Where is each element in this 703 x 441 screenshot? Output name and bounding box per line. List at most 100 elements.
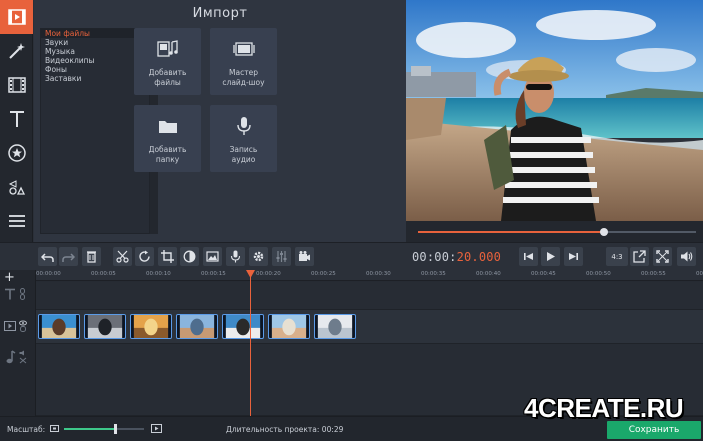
crop-icon (161, 250, 174, 263)
titles-tool-button[interactable] (0, 102, 33, 136)
aspect-ratio-button[interactable]: 4:3 (606, 247, 628, 266)
next-button[interactable] (564, 247, 583, 266)
crop-button[interactable] (158, 247, 177, 266)
preview-progress-knob[interactable] (600, 228, 609, 236)
trash-icon (87, 251, 96, 263)
redo-button[interactable] (59, 247, 78, 266)
star-icon (7, 144, 26, 162)
project-duration: Длительность проекта: 00:29 (226, 425, 343, 434)
zoom-slider-fill (64, 428, 114, 430)
play-button[interactable] (541, 247, 560, 266)
video-clip-desert[interactable] (130, 314, 172, 339)
settings-button[interactable] (249, 247, 268, 266)
ruler-tick-label: 00:00:50 (586, 271, 611, 277)
transitions-tool-button[interactable] (0, 68, 33, 102)
ruler-tick-label: 00:00:30 (366, 271, 391, 277)
add-track-button[interactable]: + (4, 270, 32, 285)
category-item-music[interactable]: Музыка (41, 47, 149, 56)
cut-button[interactable] (113, 247, 132, 266)
detach-preview-button[interactable] (630, 247, 649, 266)
image-button[interactable] (203, 247, 222, 266)
duration-value: 00:29 (321, 425, 344, 434)
zoom-slider-knob[interactable] (113, 424, 117, 434)
clip-thumbnail (315, 315, 355, 338)
zoom-slider[interactable] (64, 424, 144, 434)
edit-toolbar: 00:00:20.000 4:3 (0, 242, 703, 270)
clip-thumbnail (177, 315, 217, 338)
preview-progress-fill (418, 231, 605, 233)
video-preview (406, 0, 703, 221)
equalizer-button[interactable] (272, 247, 291, 266)
playhead-line[interactable] (250, 270, 251, 416)
zoom-label: Масштаб: (7, 425, 46, 434)
video-clip-bride[interactable] (314, 314, 356, 339)
eye-icon[interactable] (19, 320, 27, 332)
ruler-tick-label: 00:00:55 (641, 271, 666, 277)
previous-button[interactable] (519, 247, 538, 266)
link-icon[interactable] (19, 288, 26, 300)
voiceover-button[interactable] (226, 247, 245, 266)
rotate-button[interactable] (135, 247, 154, 266)
external-window-icon (633, 250, 646, 263)
callouts-tool-button[interactable] (0, 170, 33, 204)
plus-icon: + (4, 270, 15, 285)
category-item-sounds[interactable]: Звуки (41, 38, 149, 47)
video-track-header (4, 320, 32, 332)
slideshow-wizard-tile[interactable]: Мастер слайд-шоу (210, 28, 277, 95)
video-clip-group[interactable] (268, 314, 310, 339)
clip-thumbnail (85, 315, 125, 338)
microphone-icon (230, 250, 241, 263)
record-audio-label: Запись аудио (229, 145, 258, 164)
filters-tool-button[interactable] (0, 34, 33, 68)
camera-icon (299, 251, 310, 261)
color-adjust-button[interactable] (180, 247, 199, 266)
stickers-tool-button[interactable] (0, 136, 33, 170)
play-icon (547, 252, 555, 261)
record-audio-tile[interactable]: Запись аудио (210, 105, 277, 172)
video-clip-beach[interactable] (38, 314, 80, 339)
film-import-icon (7, 9, 26, 25)
video-editor-window: Импорт Мои файлы Звуки Музыка Видеоклипы… (0, 0, 703, 441)
magic-wand-icon (8, 43, 25, 59)
import-tool-button[interactable] (0, 0, 33, 34)
timeline-ruler[interactable]: 00:00:00 00:00:05 00:00:10 00:00:15 00:00:20… (36, 270, 703, 281)
video-clip-friends[interactable] (176, 314, 218, 339)
skip-forward-icon (569, 253, 578, 260)
ruler-tick-label: 00:00:25 (311, 271, 336, 277)
add-files-icon (157, 40, 178, 57)
ruler-tick-label: 00:00:15 (201, 271, 226, 277)
import-panel-title: Импорт (192, 6, 248, 21)
text-track[interactable] (36, 282, 703, 310)
record-video-button[interactable] (295, 247, 314, 266)
speaker-icon (681, 251, 693, 262)
left-toolbar (0, 0, 33, 242)
timeline-track-headers: + (0, 270, 36, 416)
video-clip-cars[interactable] (84, 314, 126, 339)
list-icon (8, 215, 25, 227)
gear-icon (253, 251, 264, 262)
category-item-my-files[interactable]: Мои файлы (41, 29, 149, 38)
category-item-videoclips[interactable]: Видеоклипы (41, 56, 149, 65)
speaker-icon[interactable] (19, 350, 27, 364)
ruler-tick-label: 00:00:45 (531, 271, 556, 277)
zoom-in-icon[interactable] (151, 423, 162, 434)
rotate-icon (139, 250, 150, 262)
preview-progress-track[interactable] (418, 228, 696, 236)
add-folder-tile[interactable]: Добавить папку (134, 105, 201, 172)
zoom-out-icon[interactable] (50, 424, 59, 433)
delete-button[interactable] (82, 247, 101, 266)
fullscreen-icon (656, 250, 669, 263)
undo-button[interactable] (38, 247, 57, 266)
category-item-intros[interactable]: Заставки (41, 74, 149, 83)
film-icon (4, 321, 16, 331)
timecode-display: 00:00:20.000 (412, 250, 501, 264)
fullscreen-button[interactable] (653, 247, 672, 266)
category-item-backgrounds[interactable]: Фоны (41, 65, 149, 74)
preview-image (406, 0, 703, 221)
add-files-tile[interactable]: Добавить файлы (134, 28, 201, 95)
volume-button[interactable] (677, 247, 696, 266)
text-t-icon (9, 111, 24, 127)
more-tool-button[interactable] (0, 204, 33, 238)
contrast-icon (183, 250, 196, 263)
video-clip-woman-hat[interactable] (222, 314, 264, 339)
